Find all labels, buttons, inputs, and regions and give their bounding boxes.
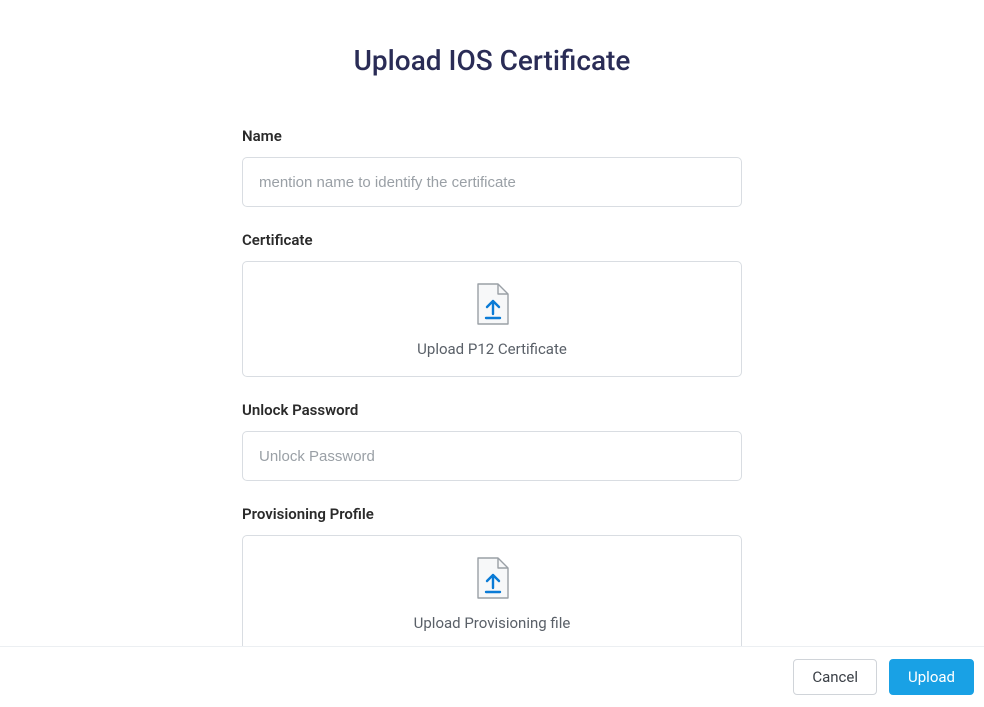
upload-file-icon (474, 282, 510, 330)
unlock-password-label: Unlock Password (242, 401, 742, 419)
name-field-group: Name (242, 127, 742, 207)
provisioning-upload-zone[interactable]: Upload Provisioning file (242, 535, 742, 651)
cancel-button[interactable]: Cancel (793, 659, 877, 695)
certificate-upload-zone[interactable]: Upload P12 Certificate (242, 261, 742, 377)
certificate-upload-label: Upload P12 Certificate (417, 340, 567, 358)
unlock-password-input[interactable] (242, 431, 742, 481)
provisioning-field-group: Provisioning Profile Upload Provisioning… (242, 505, 742, 651)
upload-button[interactable]: Upload (889, 659, 974, 695)
footer-bar: Cancel Upload (0, 646, 984, 707)
unlock-password-field-group: Unlock Password (242, 401, 742, 481)
page-title: Upload IOS Certificate (0, 44, 984, 77)
provisioning-label: Provisioning Profile (242, 505, 742, 523)
provisioning-upload-label: Upload Provisioning file (414, 614, 571, 632)
name-input[interactable] (242, 157, 742, 207)
certificate-field-group: Certificate Upload P12 Certificate (242, 231, 742, 377)
upload-file-icon (474, 556, 510, 604)
name-label: Name (242, 127, 742, 145)
certificate-label: Certificate (242, 231, 742, 249)
upload-form: Name Certificate Upload P12 Certificate … (242, 127, 742, 651)
